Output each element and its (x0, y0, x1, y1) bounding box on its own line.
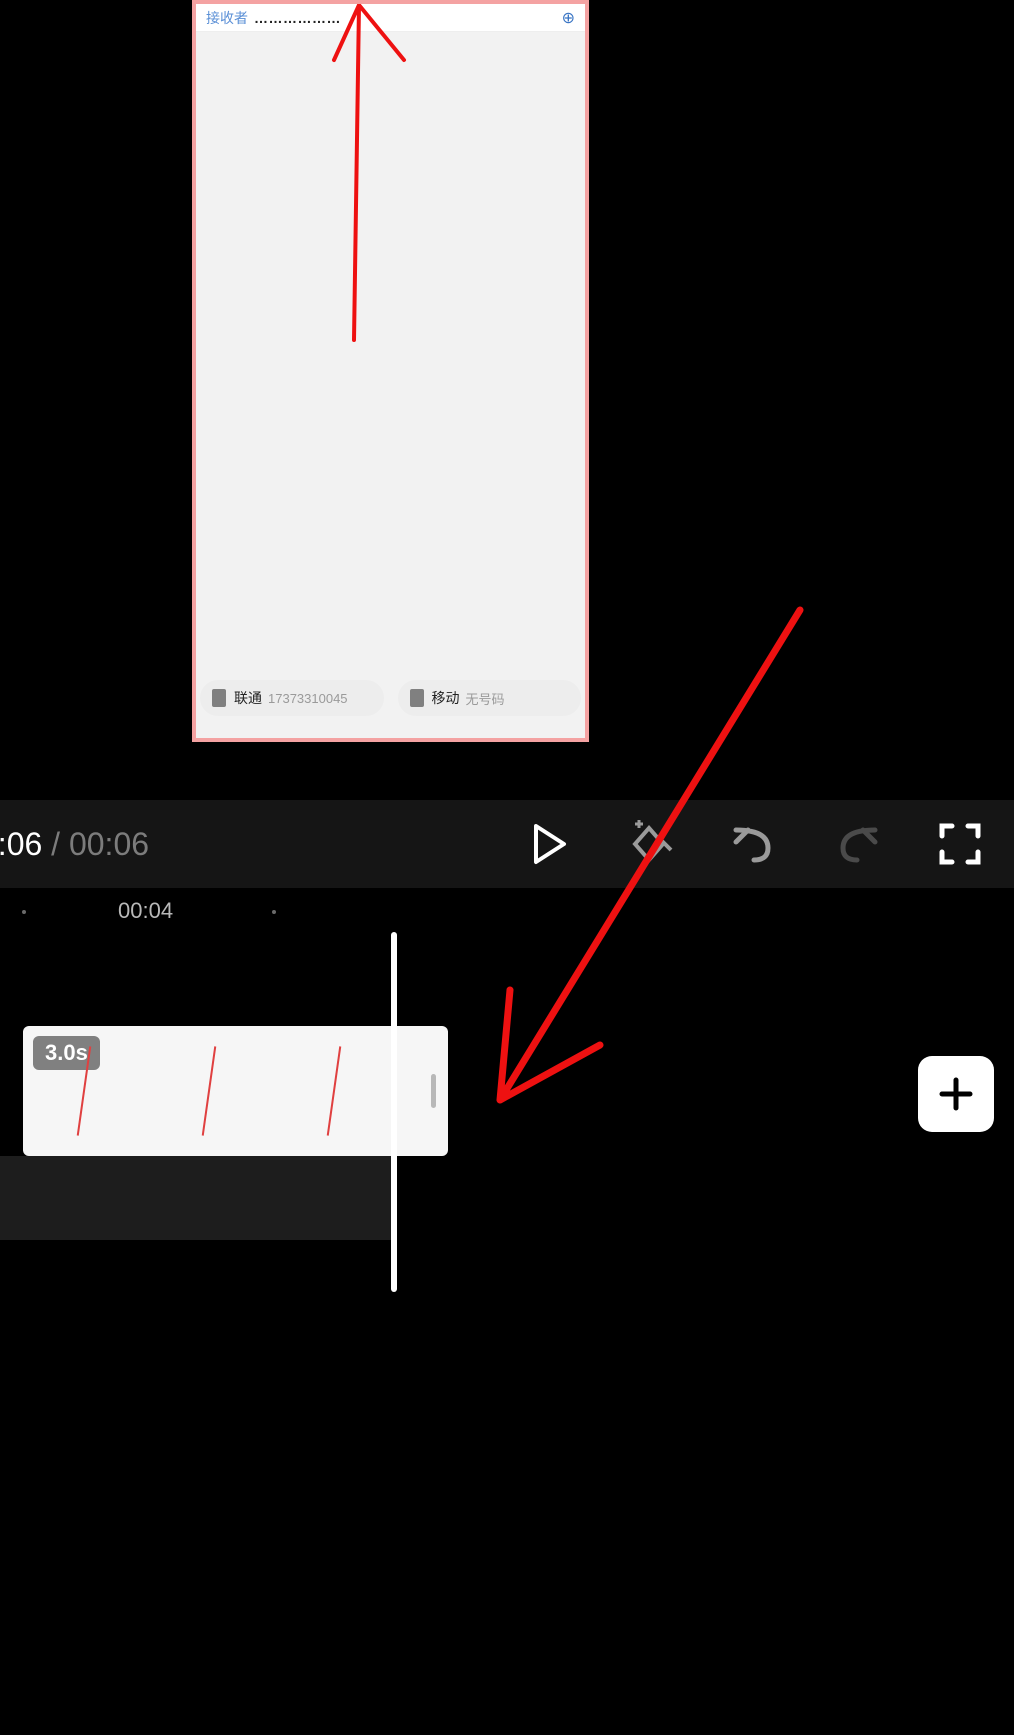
sim-card-icon (212, 689, 226, 707)
undo-icon (730, 820, 778, 868)
sim-selector-row: 联通 17373310045 移动 无号码 (196, 680, 585, 716)
sim-number: 无号码 (466, 689, 505, 708)
play-button[interactable] (524, 820, 572, 868)
sim-card-icon (410, 689, 424, 707)
add-contact-icon: ⊕ (562, 8, 575, 28)
clip-thumbnail-mark (327, 1046, 342, 1135)
add-clip-button[interactable] (918, 1056, 994, 1132)
sim-name: 移动 (432, 688, 460, 708)
ruler-tick (272, 910, 276, 914)
playback-controls: 0:06 / 00:06 (0, 800, 1014, 888)
annotation-arrow-up-icon (304, 0, 504, 350)
clip-thumbnail-mark (202, 1046, 217, 1135)
topbar-value: ……………… (254, 10, 341, 26)
video-clip[interactable]: 3.0s (23, 1026, 448, 1156)
keyframe-button[interactable] (627, 820, 675, 868)
ruler-tick (22, 910, 26, 914)
timeline-ruler[interactable]: 00:04 (0, 892, 1014, 936)
video-preview[interactable]: 接收者 ……………… ⊕ 联通 17373310045 移动 无号码 (192, 0, 589, 788)
preview-frame: 接收者 ……………… ⊕ 联通 17373310045 移动 无号码 (192, 0, 589, 742)
total-time: 00:06 (69, 826, 149, 862)
redo-button[interactable] (833, 820, 881, 868)
sim-number: 17373310045 (268, 691, 348, 706)
plus-icon (936, 1074, 976, 1114)
undo-button[interactable] (730, 820, 778, 868)
timeline[interactable]: 3.0s (0, 936, 1014, 1644)
redo-icon (833, 820, 881, 868)
ruler-time-label: 00:04 (118, 898, 173, 924)
sim-chip-2[interactable]: 移动 无号码 (398, 680, 582, 716)
current-time: 0:06 (0, 826, 42, 862)
sim-chip-1[interactable]: 联通 17373310045 (200, 680, 384, 716)
fullscreen-button[interactable] (936, 820, 984, 868)
keyframe-add-icon (627, 820, 675, 868)
topbar-label: 接收者 (206, 8, 248, 28)
playhead[interactable] (391, 932, 397, 1292)
sim-name: 联通 (234, 688, 262, 708)
play-icon (524, 820, 572, 868)
preview-topbar: 接收者 ……………… ⊕ (196, 4, 585, 32)
empty-track[interactable] (0, 1156, 393, 1240)
time-separator: / (42, 826, 69, 862)
time-display: 0:06 / 00:06 (0, 826, 149, 863)
clip-trim-right[interactable] (418, 1026, 448, 1156)
fullscreen-icon (936, 820, 984, 868)
